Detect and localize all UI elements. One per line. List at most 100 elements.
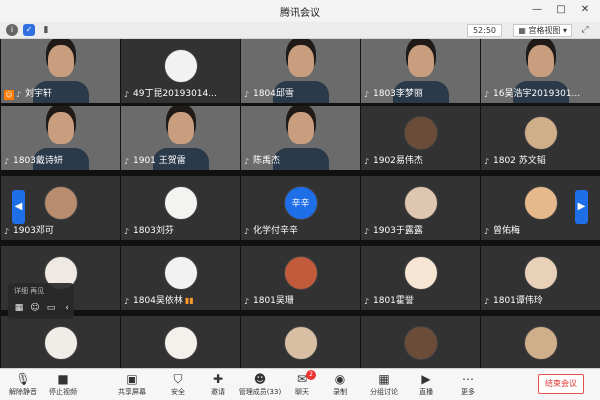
participant-tile[interactable]: ♪ 1903于露露: [361, 176, 480, 240]
participant-name-row: ♪ 陈禹杰: [244, 155, 356, 167]
mic-muted-icon: ♪: [364, 157, 370, 166]
participant-tile[interactable]: ♪ 1901 王贺雷: [121, 106, 240, 170]
stop-video-label: 停止视频: [49, 388, 77, 396]
invite-label: 邀请: [211, 388, 225, 396]
maximize-icon[interactable]: □: [556, 4, 566, 16]
participant-tile[interactable]: ♪ 1803戴诗妍: [1, 106, 120, 170]
previous-page-button[interactable]: ◀: [12, 190, 25, 224]
participant-avatar: [403, 256, 438, 290]
participant-video: [527, 45, 554, 77]
share-screen-button[interactable]: ▣ 共享屏幕: [110, 372, 154, 400]
security-button[interactable]: ⛉ 安全: [156, 372, 200, 400]
participant-avatar: [403, 186, 438, 220]
participant-avatar: [523, 326, 558, 360]
mute-button[interactable]: 🎙 解除静音: [1, 372, 45, 400]
manage-members-button[interactable]: ☻ 管理成员(33): [238, 372, 282, 400]
stop-video-button[interactable]: ■ 停止视频: [41, 372, 85, 400]
camera-icon: ■: [57, 372, 69, 386]
participant-name: 1801吴珊: [253, 296, 294, 306]
participant-tile[interactable]: ♪ 1801吴珊: [241, 246, 360, 310]
meeting-timer: 52:50: [466, 24, 502, 37]
participant-tile[interactable]: ♪ 1803李梦丽: [361, 39, 480, 103]
participant-avatar: [283, 256, 318, 290]
participant-name: 1903于露露: [373, 226, 423, 236]
emoji-icon[interactable]: ☺: [30, 303, 40, 313]
participant-name: 1804吴依林: [133, 296, 183, 306]
title-bar: 腾讯会议 — □ ✕: [0, 0, 600, 22]
participant-avatar: [403, 326, 438, 360]
participant-tile[interactable]: ♪ 1802 苏文韬: [481, 106, 600, 170]
live-icon: ▶: [421, 372, 431, 386]
bottom-toolbar: 🎙 解除静音 ■ 停止视频 ▣ 共享屏幕 ⛉ 安全 ✚ 邀请 ☻ 管理成员(33…: [0, 368, 600, 400]
participant-name-row: ♪ 1903邓可: [4, 225, 116, 237]
participant-tile[interactable]: ♪ 陈禹杰: [241, 106, 360, 170]
mic-muted-icon: ♪: [244, 227, 250, 236]
info-bar: i ✓ ▮ 52:50 ▦ 宫格视图 ▾ ⤢: [0, 22, 600, 39]
participant-name-row: ♪ 化学付辛辛: [244, 225, 356, 237]
participant-name-row: ☺ ♪ 刘宇轩: [4, 88, 116, 100]
participant-name: 49丁昆20193014...: [133, 89, 217, 99]
close-icon[interactable]: ✕: [580, 4, 590, 16]
more-button[interactable]: ⋯ 更多: [446, 372, 490, 400]
participant-video: [287, 45, 314, 77]
participant-tile[interactable]: ♪ 49丁昆20193014...: [121, 39, 240, 103]
participant-name-row: ♪ 1803戴诗妍: [4, 155, 116, 167]
fullscreen-icon[interactable]: ⤢: [578, 24, 592, 37]
participant-avatar: [43, 326, 78, 360]
mute-label: 解除静音: [9, 388, 37, 396]
participant-name: 曾佑梅: [493, 226, 521, 236]
meeting-window: 腾讯会议 — □ ✕ i ✓ ▮ 52:50 ▦ 宫格视图 ▾ ⤢ ☺ ♪ 刘宇轩 ♪…: [0, 0, 600, 400]
more-label: 更多: [461, 388, 475, 396]
grid-icon[interactable]: ▦: [14, 303, 24, 313]
mic-muted-icon: ♪: [484, 227, 490, 236]
participant-tile[interactable]: ♪ 1902易伟杰: [361, 106, 480, 170]
host-badge-icon: ☺: [4, 90, 14, 100]
mic-muted-icon: ♪: [124, 90, 130, 99]
live-stream-button[interactable]: ▶ 直播: [404, 372, 448, 400]
participant-name-row: ♪ 曾佑梅: [484, 225, 596, 237]
breakout-rooms-button[interactable]: ▦ 分组讨论: [362, 372, 406, 400]
participant-tile[interactable]: ♪ 1801谭伟玲: [481, 246, 600, 310]
participant-tile[interactable]: ♪ 1801霍誉: [361, 246, 480, 310]
participant-tile[interactable]: ♪ 1803刘芬: [121, 176, 240, 240]
security-label: 安全: [171, 388, 185, 396]
shield-icon[interactable]: ✓: [23, 24, 35, 36]
members-icon: ☻: [253, 372, 267, 386]
participant-tile[interactable]: ☺ ♪ 刘宇轩: [1, 39, 120, 103]
chat-unread-badge: 2: [306, 370, 316, 380]
chat-bubble-icon[interactable]: ▭: [46, 303, 56, 313]
minimize-icon[interactable]: —: [532, 4, 542, 16]
invite-icon: ✚: [212, 372, 224, 386]
window-controls: — □ ✕: [532, 4, 590, 16]
participant-name-row: ♪ 1801吴珊: [244, 295, 356, 307]
participant-avatar: [523, 186, 558, 220]
next-page-button[interactable]: ▶: [575, 190, 588, 224]
live-label: 直播: [419, 388, 433, 396]
record-button[interactable]: ◉ 录制: [318, 372, 362, 400]
signal-icon[interactable]: ▮: [40, 24, 52, 36]
security-shield-icon: ⛉: [173, 372, 183, 386]
participant-tile[interactable]: ♪ 1804邱雪: [241, 39, 360, 103]
info-icon[interactable]: i: [6, 24, 18, 36]
more-icon: ⋯: [462, 372, 474, 386]
participant-tile[interactable]: ♪ 16吴浩宇2019301...: [481, 39, 600, 103]
mic-muted-icon: ♪: [244, 90, 250, 99]
participant-name-row: ♪ 1901 王贺雷: [124, 155, 236, 167]
participant-tile[interactable]: 辛辛 ♪ 化学付辛辛: [241, 176, 360, 240]
participant-name: 1803戴诗妍: [13, 156, 63, 166]
participant-name: 化学付辛辛: [253, 226, 299, 236]
participant-name: 1803李梦丽: [373, 89, 423, 99]
view-mode-button[interactable]: ▦ 宫格视图 ▾: [513, 24, 572, 37]
participant-name: 1802 苏文韬: [493, 156, 546, 166]
end-meeting-button[interactable]: 结束会议: [538, 374, 584, 394]
participant-avatar: [523, 256, 558, 290]
invite-button[interactable]: ✚ 邀请: [196, 372, 240, 400]
participant-name-row: ♪ 16吴浩宇2019301...: [484, 88, 596, 100]
participant-tile[interactable]: ♪ 1804吴依林 ▮▮: [121, 246, 240, 310]
participant-name: 1902易伟杰: [373, 156, 423, 166]
participant-name-row: ♪ 1803李梦丽: [364, 88, 476, 100]
collapse-icon[interactable]: ‹: [62, 303, 72, 313]
participant-video: [407, 45, 434, 77]
share-screen-icon: ▣: [126, 372, 138, 386]
breakout-label: 分组讨论: [370, 388, 398, 396]
